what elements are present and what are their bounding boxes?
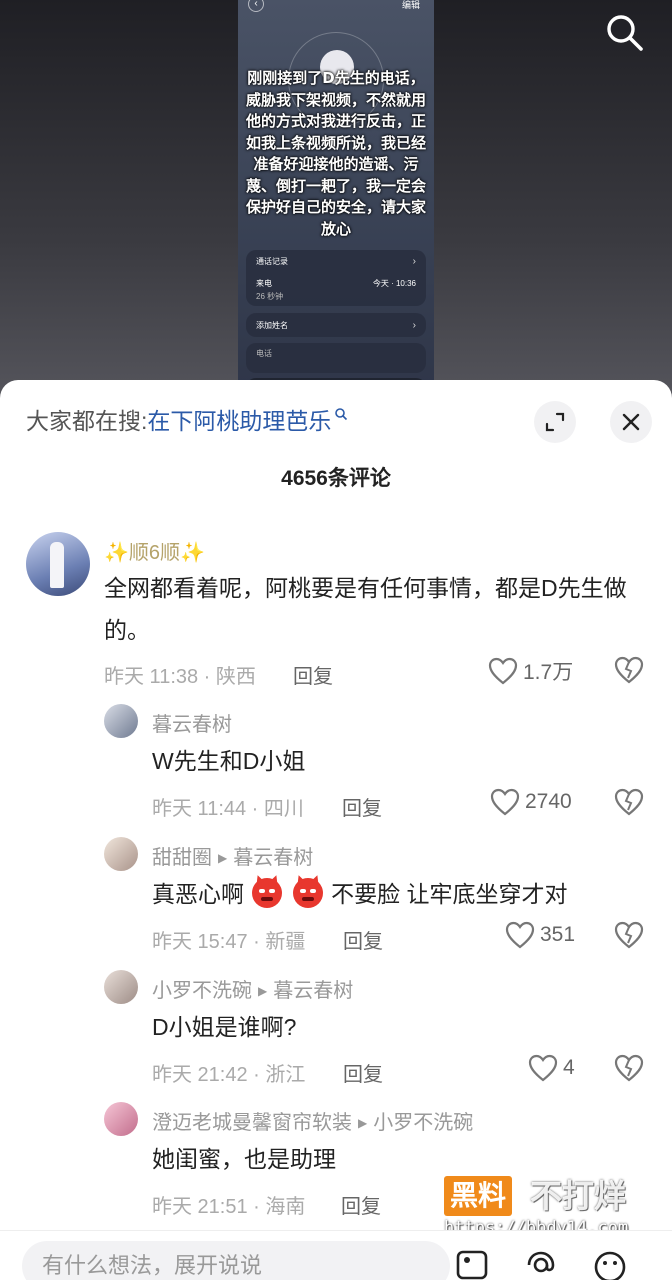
comment-author[interactable]: 小罗不洗碗 [152,980,252,1002]
broken-heart-icon[interactable] [614,656,644,684]
search-icon[interactable] [604,12,644,52]
reply-button[interactable]: 回复 [343,925,383,954]
avatar[interactable] [104,837,138,871]
comment-author-line: 澄迈老城曼馨窗帘软装 ▶ 小罗不洗碗 [152,1106,473,1135]
comment-meta: 昨天 21:51 · 海南 [152,1196,306,1218]
chevron-right-icon: › [412,320,416,331]
comment-text: 她闺蜜，也是助理 [152,1146,336,1172]
add-name-card: 添加姓名 › [246,313,426,337]
heart-icon [505,921,535,949]
incoming-time: 今天 · 10:36 [372,279,416,288]
comment-text: D小姐是谁啊? [152,1014,297,1040]
search-suggestion-prefix: 大家都在搜: [26,408,148,434]
avatar[interactable] [104,704,138,738]
like-count: 351 [540,923,576,946]
like-button[interactable]: 351 [505,921,575,949]
like-button[interactable]: 2740 [490,788,572,816]
comment-sheet: 大家都在搜: 在下阿桃助理芭乐 4656条评论 ✨顺6顺✨ 全网都看着呢，阿桃要… [0,380,672,1280]
reply-to-author[interactable]: 暮云春树 [233,847,313,869]
comment-meta: 昨天 21:42 · 浙江 [152,1064,306,1086]
phone-back-icon: ‹ [248,0,264,12]
chevron-right-icon: › [412,256,416,267]
like-button[interactable]: 1.7万 [488,656,573,686]
search-icon [335,408,348,421]
reply-to-author[interactable]: 小罗不洗碗 [373,1112,473,1134]
comment-text: 全网都看着呢，阿桃要是有任何事情，都是D先生做的。 [104,575,627,643]
emoji-icon[interactable] [592,1249,628,1280]
comment-meta: 昨天 11:38 · 陕西 [104,666,256,688]
comment-text-part: 不要脸 让牢底坐穿才对 [331,881,568,907]
comment-input[interactable]: 有什么想法，展开说说 [22,1241,450,1280]
comment-count: 4656条评论 [281,467,391,490]
reply-arrow-icon: ▶ [258,984,268,998]
like-count: 1.7万 [523,661,574,684]
search-suggestion[interactable]: 大家都在搜: 在下阿桃助理芭乐 [26,402,348,436]
reply-button[interactable]: 回复 [343,1058,383,1087]
expand-icon [545,412,565,432]
comment-meta: 昨天 11:44 · 四川 [152,798,304,820]
broken-heart-icon[interactable] [614,921,644,949]
angry-devil-emoji-icon [252,878,283,908]
at-icon[interactable] [523,1249,559,1280]
watermark-brand-box: 黑料 [444,1176,513,1216]
watermark-brand-text: 不打烊 [530,1178,627,1214]
call-log-card: 通话记录 › 来电 今天 · 10:36 26 秒钟 [246,250,426,306]
phone-label: 电话 [256,349,272,358]
search-suggestion-term[interactable]: 在下阿桃助理芭乐 [147,402,331,436]
reply-to-author[interactable]: 暮云春树 [273,980,353,1002]
comment-author-line: 小罗不洗碗 ▶ 暮云春树 [152,974,353,1003]
video-player[interactable]: ‹ 编辑 刚刚接到了D先生的电话，威胁我下架视频，不然就用他的方式对我进行反击，… [0,0,672,400]
expand-button[interactable] [534,401,576,443]
comment-author[interactable]: 澄迈老城曼馨窗帘软装 [152,1112,352,1134]
like-button[interactable]: 4 [528,1054,575,1082]
incoming-duration: 26 秒钟 [256,292,284,301]
phone-edit-label: 编辑 [401,0,420,10]
comment-author[interactable]: 暮云春树 [152,708,232,737]
comment-author-line: 甜甜圈 ▶ 暮云春树 [152,841,313,870]
reply-button[interactable]: 回复 [342,792,382,821]
reply-button[interactable]: 回复 [341,1190,381,1219]
broken-heart-icon[interactable] [614,788,644,816]
close-button[interactable] [610,401,652,443]
incoming-label: 来电 [256,279,272,288]
comment-author[interactable]: ✨顺6顺✨ [104,536,205,565]
like-count: 4 [563,1056,575,1079]
avatar[interactable] [26,532,90,596]
heart-icon [488,657,518,685]
reply-arrow-icon: ▶ [358,1116,368,1130]
add-name-label: 添加姓名 [256,321,288,330]
avatar[interactable] [104,970,138,1004]
comment-input-bar: 有什么想法，展开说说 [0,1230,672,1280]
video-frame: ‹ 编辑 刚刚接到了D先生的电话，威胁我下架视频，不然就用他的方式对我进行反击，… [238,0,434,400]
comment-author[interactable]: 甜甜圈 [152,847,212,869]
video-caption-overlay: 刚刚接到了D先生的电话，威胁我下架视频，不然就用他的方式对我进行反击，正如我上条… [245,69,426,238]
close-icon [622,413,640,431]
image-icon[interactable] [455,1249,489,1280]
comment-meta: 昨天 15:47 · 新疆 [152,931,306,953]
heart-icon [528,1054,558,1082]
like-count: 2740 [525,790,572,813]
call-log-label: 通话记录 [256,257,288,266]
angry-devil-emoji-icon [292,878,323,908]
phone-topbar: ‹ 编辑 [238,0,434,14]
comment-text: W先生和D小姐 [152,748,306,774]
comment-text: 真恶心啊 不要脸 让牢底坐穿才对 [152,873,568,915]
phone-number-card: 电话 [246,343,426,373]
reply-button[interactable]: 回复 [293,660,333,689]
avatar[interactable] [104,1102,138,1136]
reply-arrow-icon: ▶ [218,851,228,865]
comment-text-part: 真恶心啊 [152,881,244,907]
heart-icon [490,788,520,816]
broken-heart-icon[interactable] [614,1054,644,1082]
